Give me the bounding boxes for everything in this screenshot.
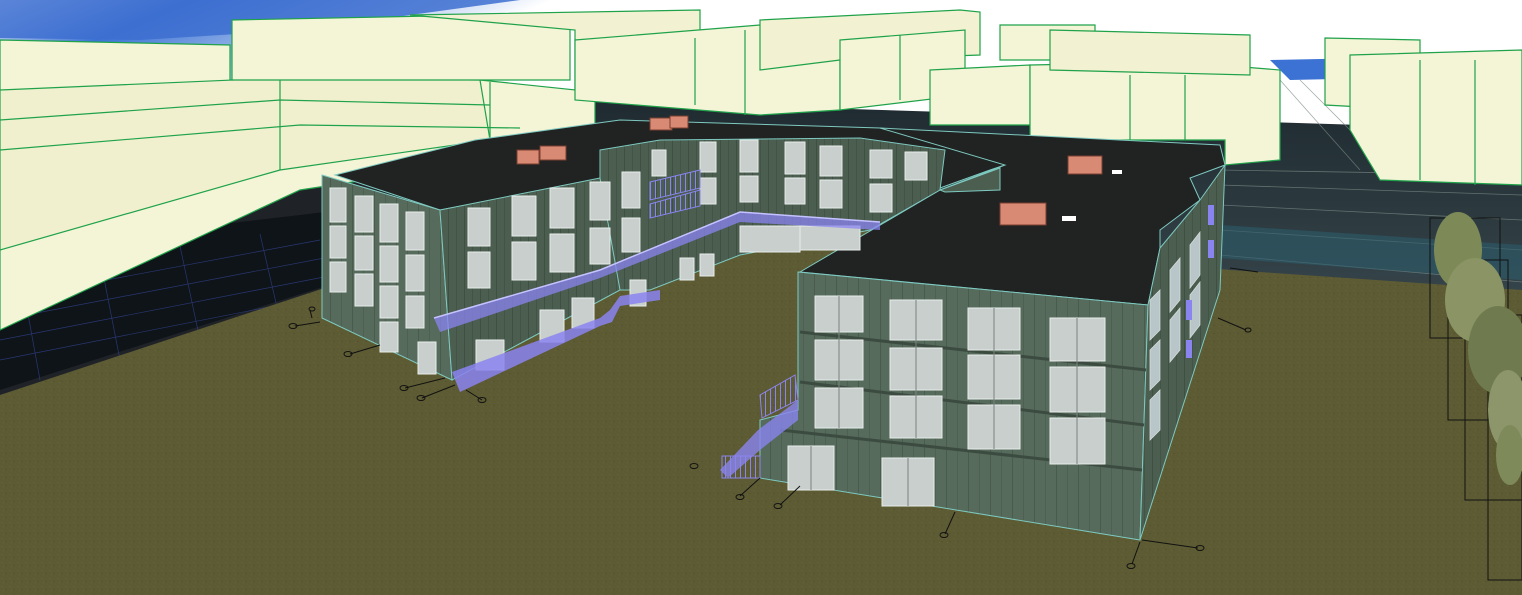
3d-viewport[interactable] [0, 0, 1522, 595]
scene-canvas[interactable] [0, 0, 1522, 595]
